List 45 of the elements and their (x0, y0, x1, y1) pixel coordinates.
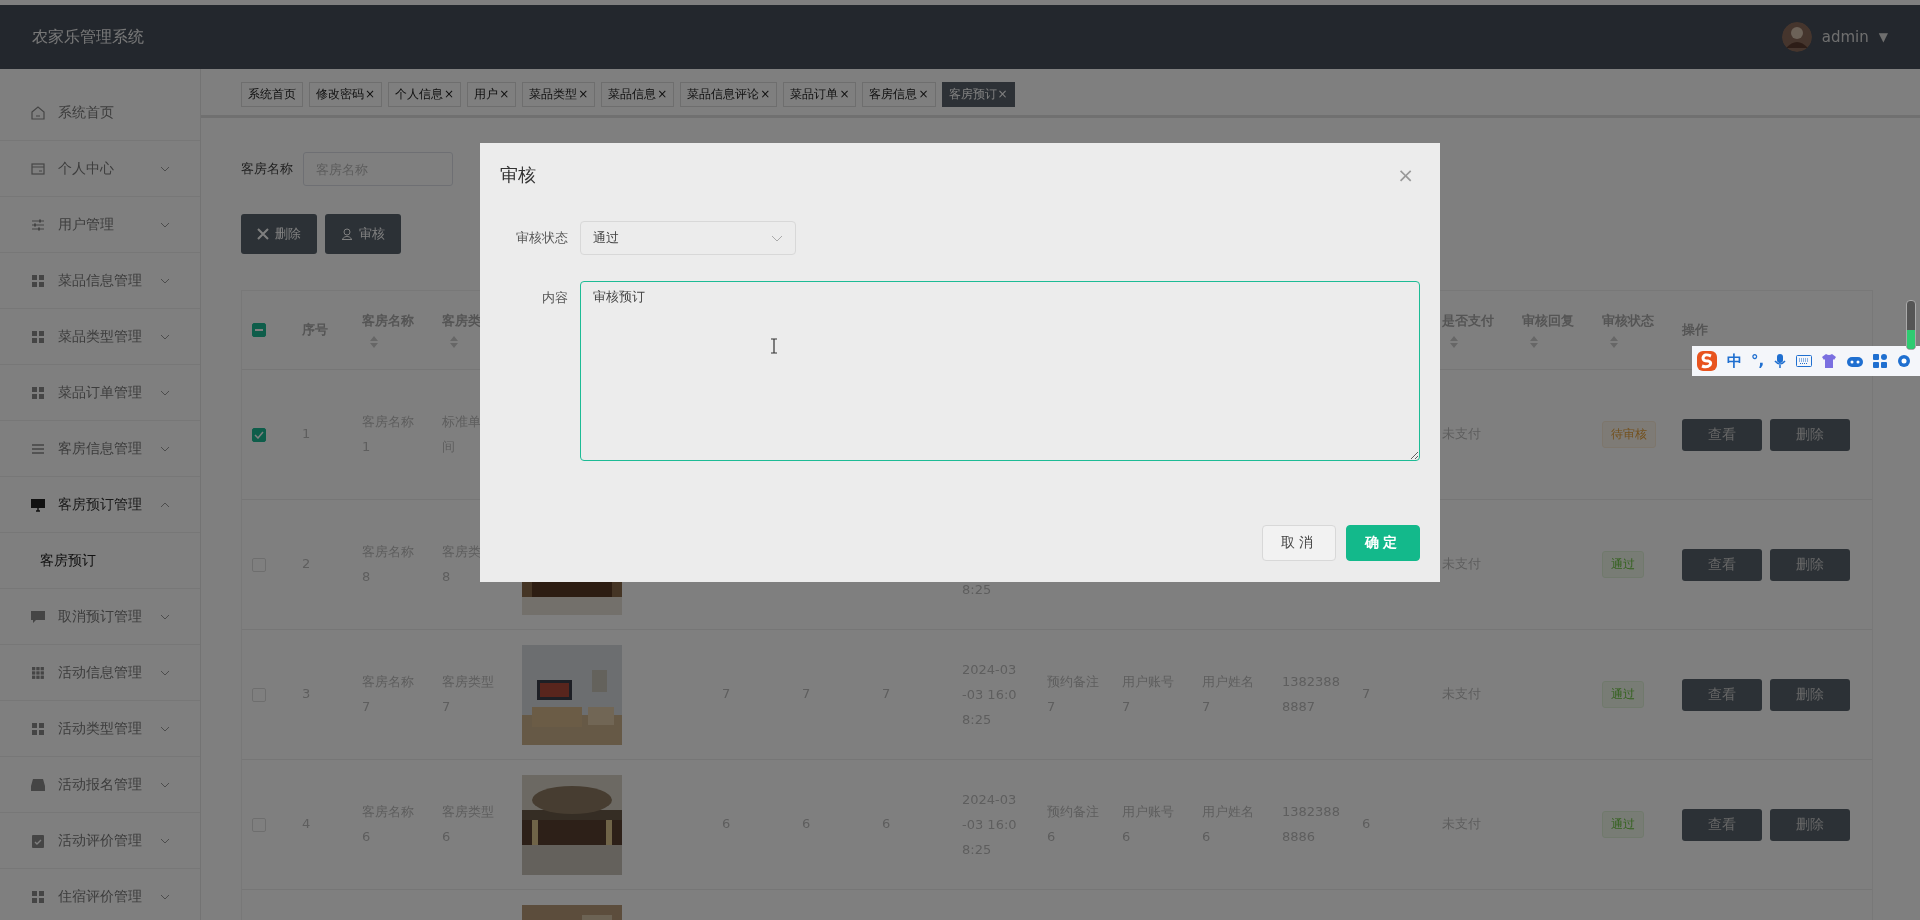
sidebar-item[interactable]: 活动报名管理 (0, 757, 200, 813)
sidebar-item[interactable]: 活动信息管理 (0, 645, 200, 701)
dialog-title: 审核 (500, 163, 536, 187)
status-tag: 通过 (1602, 551, 1644, 578)
status-tag: 待审核 (1602, 421, 1656, 448)
sidebar-item[interactable]: 活动类型管理 (0, 701, 200, 757)
user-name[interactable]: admin (1821, 28, 1869, 46)
app-title: 农家乐管理系统 (32, 26, 144, 48)
page-tab[interactable]: 修改密码× (309, 81, 383, 107)
page-tab[interactable]: 系统首页 (241, 81, 303, 107)
sidebar-item[interactable]: 个人中心 (0, 141, 200, 197)
review-button[interactable]: 审核 (325, 214, 401, 254)
page-tab[interactable]: 菜品类型× (522, 81, 596, 107)
sidebar-item[interactable]: 客房预订管理 (0, 477, 200, 533)
page-tab[interactable]: 客房信息× (862, 81, 936, 107)
sidebar-item[interactable]: 系统首页 (0, 85, 200, 141)
status-tag: 通过 (1602, 811, 1644, 838)
status-select[interactable]: 通过 (580, 221, 796, 255)
close-button[interactable]: × (1391, 163, 1420, 187)
confirm-button[interactable]: 确定 (1346, 525, 1420, 561)
caret-icon[interactable]: ▼ (1878, 30, 1888, 44)
sidebar-item[interactable]: 住宿评价管理 (0, 869, 200, 920)
status-tag: 通过 (1602, 681, 1644, 708)
sidebar-item[interactable]: 菜品类型管理 (0, 309, 200, 365)
punctuation-toggle[interactable]: °, (1751, 352, 1765, 370)
page-tab[interactable]: 客房预订× (941, 81, 1015, 107)
delete-button[interactable]: 删除 (241, 214, 317, 254)
sidebar-subitem[interactable]: 客房预订 (0, 533, 200, 589)
form-label: 审核状态 (515, 229, 569, 247)
page-tab[interactable]: 菜品信息× (601, 81, 675, 107)
page-tab[interactable]: 个人信息× (388, 81, 462, 107)
sidebar-item[interactable]: 菜品订单管理 (0, 365, 200, 421)
sidebar-item[interactable]: 菜品信息管理 (0, 253, 200, 309)
sidebar-item[interactable]: 用户管理 (0, 197, 200, 253)
page-tab[interactable]: 用户× (467, 81, 517, 107)
content-field[interactable]: 审核预订 (580, 281, 1420, 461)
form-label: 内容 (541, 289, 569, 307)
input-mode-toggle[interactable]: 中 (1727, 351, 1742, 371)
cancel-button[interactable]: 取消 (1262, 525, 1336, 561)
page-tab[interactable]: 菜品订单× (783, 81, 857, 107)
search-label: 客房名称 (241, 160, 293, 178)
sidebar-item[interactable]: 客房信息管理 (0, 421, 200, 477)
page-tab[interactable]: 菜品信息评论× (680, 81, 778, 107)
sidebar-item[interactable]: 取消预订管理 (0, 589, 200, 645)
sidebar-item[interactable]: 活动评价管理 (0, 813, 200, 869)
